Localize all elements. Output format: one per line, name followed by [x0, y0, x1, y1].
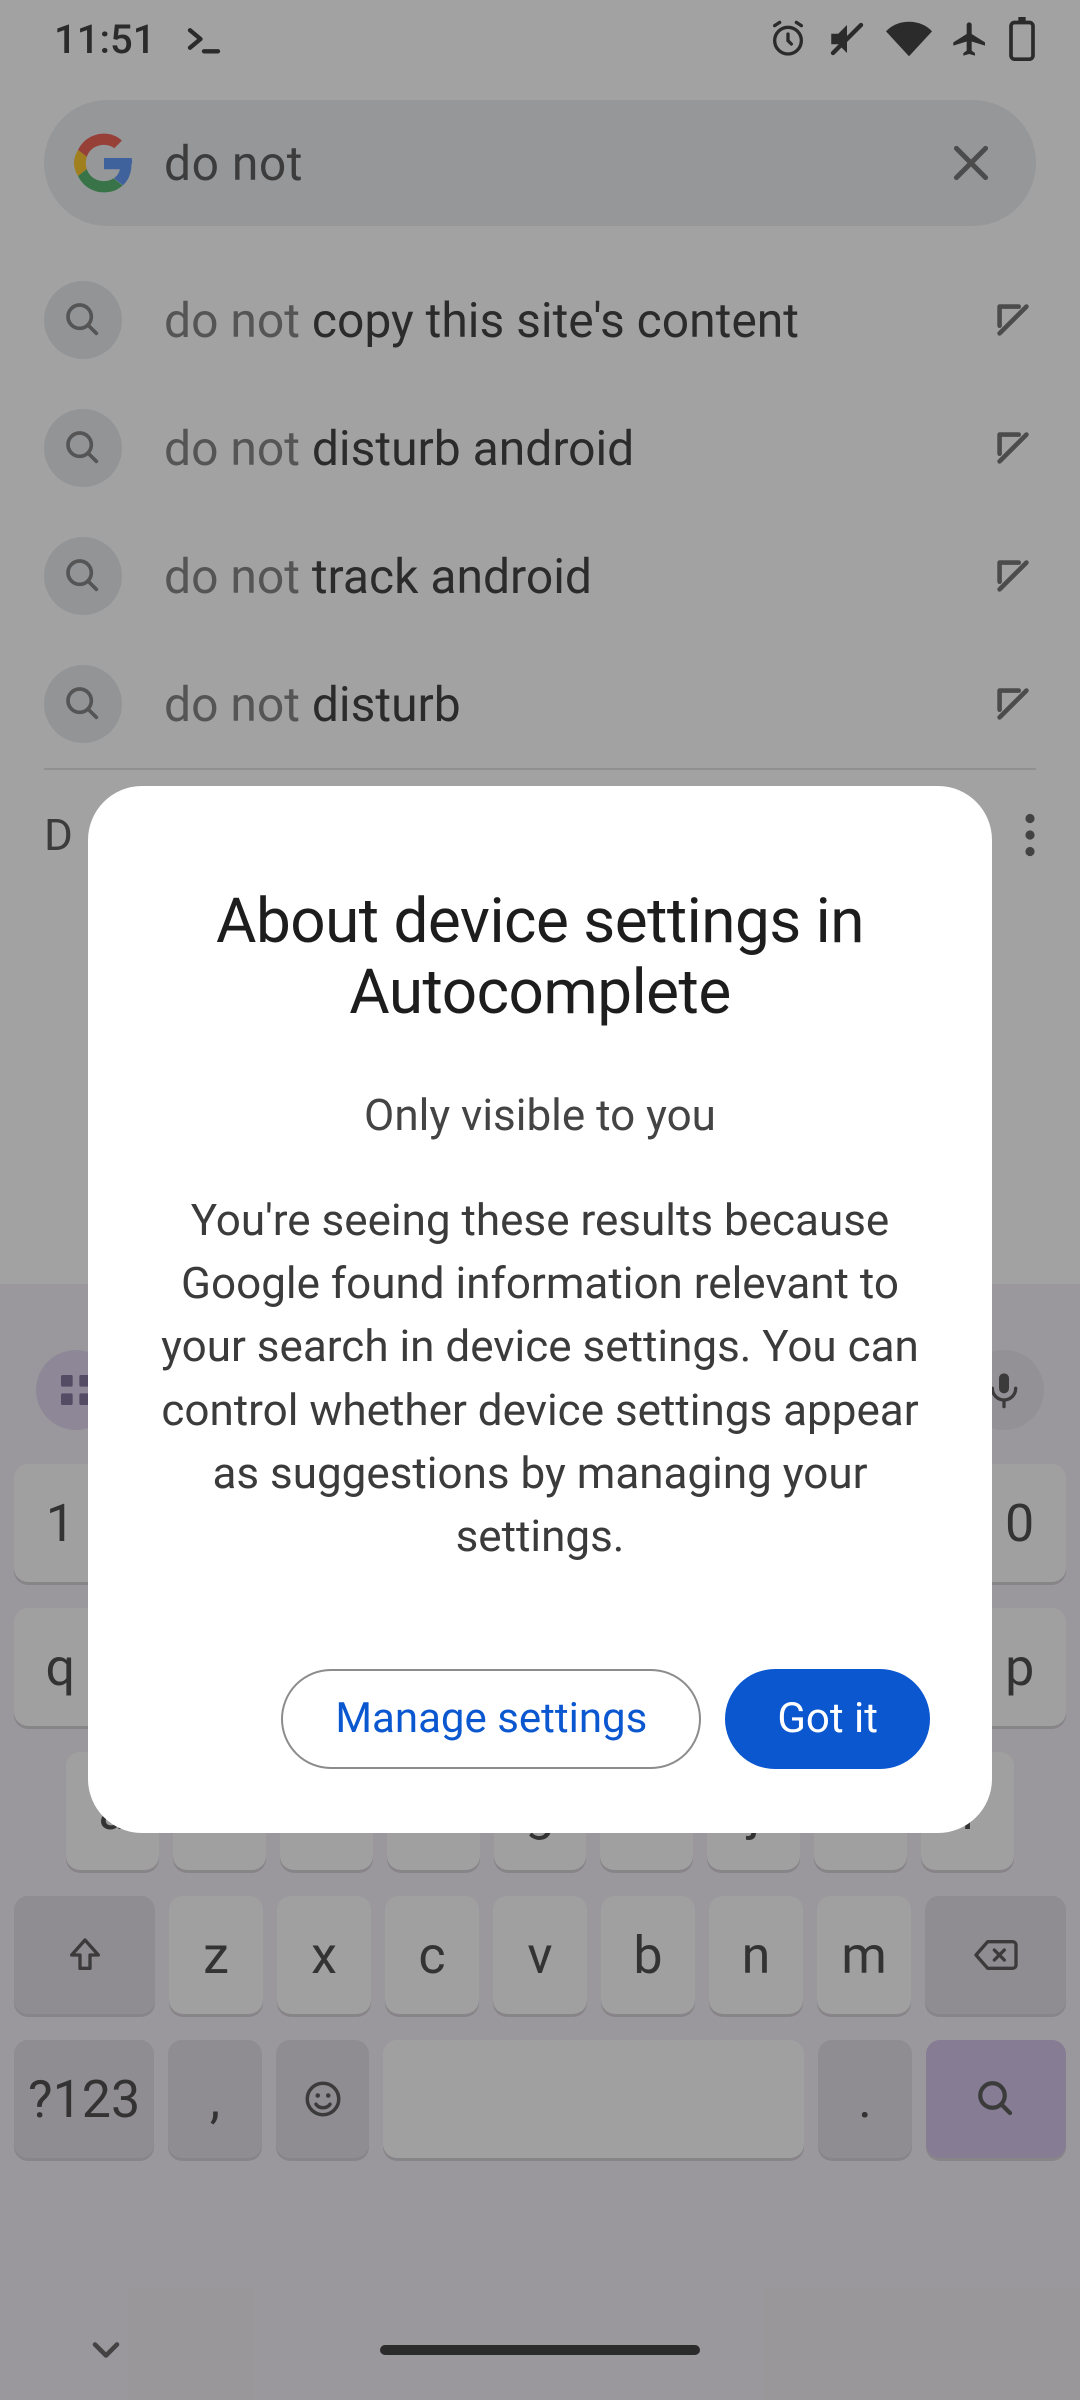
got-it-button[interactable]: Got it [725, 1669, 930, 1769]
dialog-subtitle: Only visible to you [150, 1089, 930, 1141]
autocomplete-info-dialog: About device settings in Autocomplete On… [88, 786, 992, 1833]
dialog-title: About device settings in Autocomplete [150, 886, 930, 1029]
manage-settings-button[interactable]: Manage settings [281, 1669, 701, 1769]
dialog-body: You're seeing these results because Goog… [150, 1189, 930, 1569]
